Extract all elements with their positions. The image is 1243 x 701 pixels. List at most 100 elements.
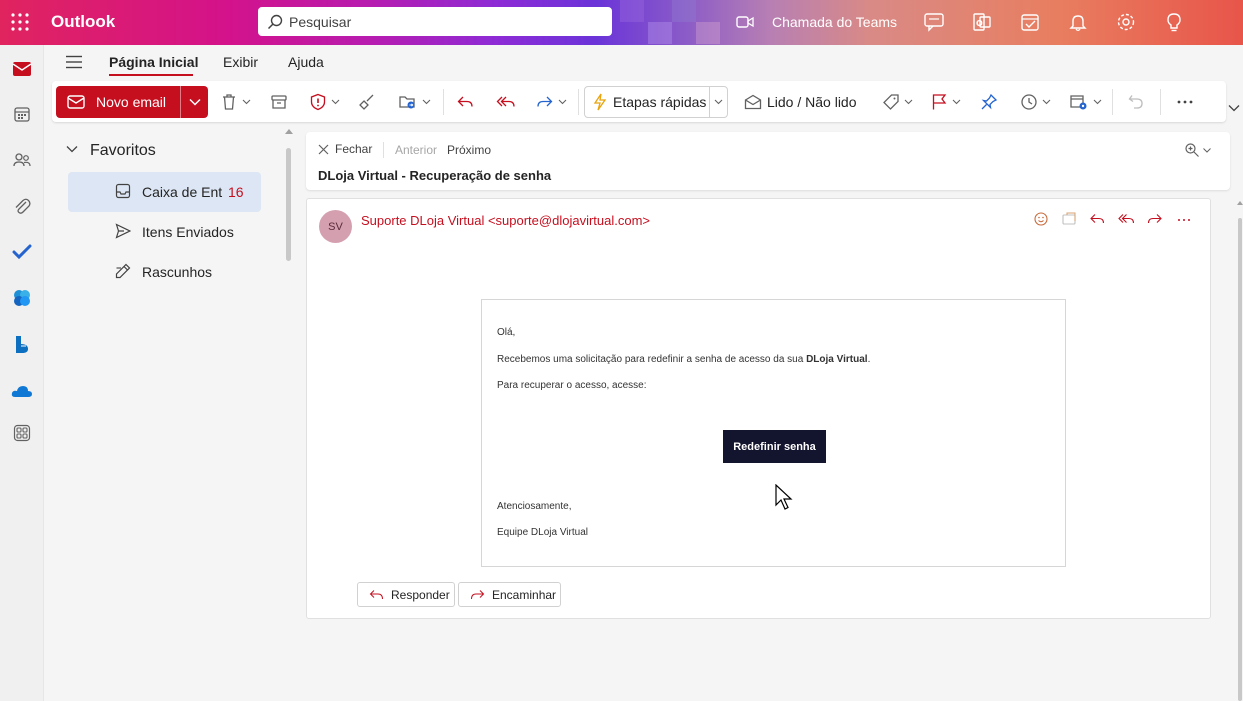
previous-button[interactable]: Anterior	[395, 143, 437, 157]
teams-call-button[interactable]: Chamada do Teams	[736, 10, 897, 34]
next-button[interactable]: Próximo	[447, 143, 491, 157]
rules-button[interactable]	[1069, 91, 1102, 113]
message-subject: DLoja Virtual - Recuperação de senha	[318, 168, 552, 183]
more-apps-icon[interactable]	[8, 419, 36, 447]
todo-check-icon[interactable]	[8, 238, 36, 266]
scrollbar-thumb[interactable]	[1238, 218, 1242, 701]
chat-feedback-icon[interactable]	[923, 11, 945, 33]
reply-icon[interactable]	[1089, 211, 1105, 227]
paperclip-icon[interactable]	[8, 192, 36, 220]
email-line-1-text: Recebemos uma solicitação para redefinir…	[497, 354, 807, 365]
reply-icon	[369, 589, 384, 601]
snooze-button[interactable]	[1020, 91, 1051, 113]
navigation-menu-icon[interactable]	[64, 54, 84, 72]
folder-pane: Favoritos Caixa de Ent 16 Itens Enviados…	[52, 128, 297, 701]
viva-insights-icon[interactable]	[8, 284, 36, 312]
sender-name[interactable]: Suporte DLoja Virtual <suporte@dlojavirt…	[361, 213, 650, 228]
email-body: Olá, Recebemos uma solicitação para rede…	[481, 299, 1066, 567]
folder-item-sent[interactable]: Itens Enviados	[68, 212, 261, 252]
header-decoration	[672, 0, 696, 22]
svg-text:O: O	[976, 19, 983, 28]
zoom-button[interactable]	[1184, 142, 1211, 158]
new-mail-dropdown[interactable]	[180, 86, 208, 118]
app-brand[interactable]: Outlook	[51, 12, 115, 32]
scroll-up-arrow[interactable]	[285, 129, 293, 134]
inbox-settings-icon	[1069, 93, 1089, 111]
avatar[interactable]: SV	[319, 210, 352, 243]
app-rail	[0, 45, 44, 701]
flag-button[interactable]	[930, 91, 961, 113]
quick-steps-button[interactable]: Etapas rápidas	[584, 86, 728, 118]
header-separator	[383, 142, 384, 158]
forward-button[interactable]: Encaminhar	[458, 582, 561, 607]
video-camera-icon	[736, 15, 754, 29]
delete-button[interactable]	[220, 91, 251, 113]
email-closing: Atenciosamente,	[497, 501, 572, 512]
move-to-button[interactable]	[398, 91, 431, 113]
reply-icon	[456, 93, 474, 111]
lightbulb-icon[interactable]	[1163, 11, 1185, 33]
quick-steps-dropdown[interactable]	[709, 87, 727, 117]
folder-move-icon	[398, 93, 418, 111]
search-input[interactable]	[289, 13, 589, 30]
people-icon[interactable]	[8, 146, 36, 174]
more-horizontal-icon[interactable]	[1176, 211, 1192, 227]
quick-steps-label: Etapas rápidas	[613, 94, 707, 110]
immersive-reader-icon[interactable]	[1061, 211, 1077, 227]
sweep-button[interactable]	[358, 91, 376, 113]
chevron-down-icon	[952, 99, 961, 105]
app-launcher-icon[interactable]	[8, 10, 32, 34]
reply-label: Responder	[391, 587, 450, 602]
gear-icon[interactable]	[1115, 11, 1137, 33]
reply-all-icon[interactable]	[1118, 211, 1135, 227]
report-button[interactable]	[309, 91, 340, 113]
folder-item-inbox[interactable]: Caixa de Ent 16	[68, 172, 261, 212]
header-decoration	[696, 22, 720, 44]
new-mail-label: Novo email	[96, 94, 167, 110]
folder-item-drafts[interactable]: Rascunhos	[68, 252, 261, 292]
reply-button[interactable]: Responder	[357, 582, 455, 607]
categorize-button[interactable]	[882, 91, 913, 113]
chevron-down-icon	[558, 99, 567, 105]
folder-label: Itens Enviados	[142, 224, 234, 240]
reply-button[interactable]	[456, 91, 474, 113]
onedrive-icon[interactable]	[8, 377, 36, 405]
favorites-header[interactable]: Favoritos	[66, 142, 156, 160]
new-mail-button[interactable]: Novo email	[56, 86, 180, 118]
folder-pane-scrollbar[interactable]	[286, 148, 291, 261]
archive-button[interactable]	[270, 91, 288, 113]
active-tab-indicator	[109, 74, 193, 76]
office-apps-icon[interactable]: O	[971, 11, 993, 33]
reset-password-button[interactable]: Redefinir senha	[723, 430, 826, 463]
clock-icon	[1020, 93, 1038, 111]
chevron-down-icon	[66, 145, 78, 153]
calendar-icon[interactable]	[8, 100, 36, 128]
read-unread-button[interactable]: Lido / Não lido	[744, 91, 857, 113]
tab-home[interactable]: Página Inicial	[109, 54, 198, 70]
calendar-check-icon[interactable]	[1019, 11, 1041, 33]
forward-icon[interactable]	[1147, 211, 1163, 227]
chevron-down-icon	[1203, 147, 1211, 153]
favorites-label: Favoritos	[90, 142, 156, 159]
inbox-icon	[115, 183, 131, 199]
tab-help[interactable]: Ajuda	[288, 54, 324, 70]
chevron-down-icon	[714, 99, 723, 105]
pin-button[interactable]	[980, 91, 998, 113]
ribbon-expand-icon[interactable]	[1228, 104, 1240, 112]
emoji-reaction-icon[interactable]	[1033, 211, 1049, 227]
read-unread-label: Lido / Não lido	[767, 94, 857, 110]
mail-icon[interactable]	[8, 55, 36, 83]
search-box[interactable]	[258, 7, 612, 36]
forward-button[interactable]	[536, 91, 567, 113]
more-options-button[interactable]	[1176, 91, 1194, 113]
reply-all-button[interactable]	[496, 91, 516, 113]
top-bar: Outlook Chamada do Teams O	[0, 0, 1243, 45]
chevron-down-icon	[1093, 99, 1102, 105]
broom-icon	[358, 93, 376, 111]
close-button[interactable]: Fechar	[318, 142, 372, 156]
close-icon	[318, 144, 329, 155]
bell-icon[interactable]	[1067, 11, 1089, 33]
undo-button[interactable]	[1127, 91, 1145, 113]
bookings-icon[interactable]	[8, 330, 36, 358]
tab-view[interactable]: Exibir	[223, 54, 258, 70]
